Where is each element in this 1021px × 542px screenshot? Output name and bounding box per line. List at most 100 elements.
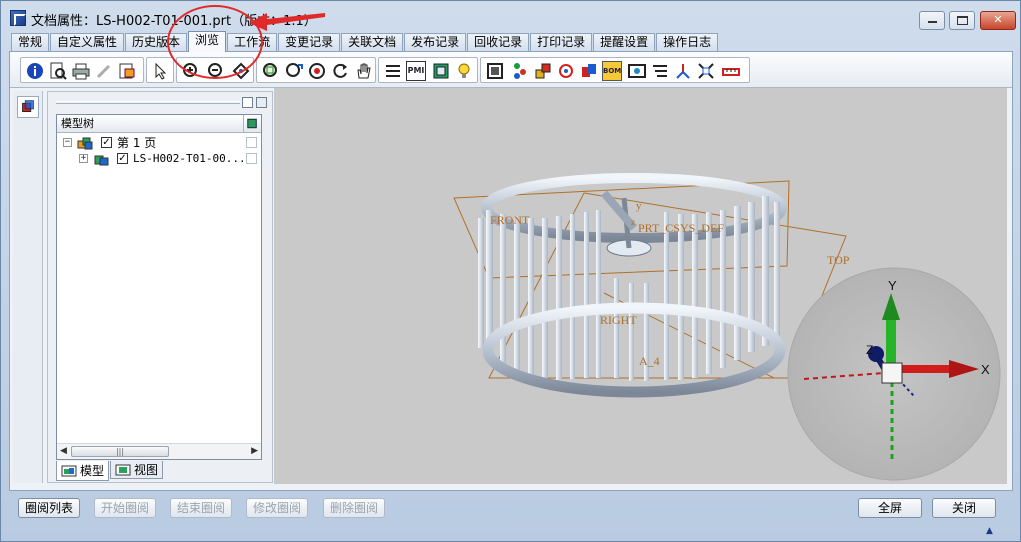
color-icon[interactable] (579, 61, 599, 81)
model-tree: 模型树 − ✓ 第 1 页 + ✓ LS-H002-T01-00... ◀ ||… (56, 114, 262, 460)
app-icon (10, 10, 26, 26)
panel-tab-model[interactable]: 模型 (56, 461, 110, 481)
toolbar-group-select (146, 57, 174, 83)
hand-icon[interactable] (353, 61, 373, 81)
part-column-checkbox[interactable] (246, 153, 257, 164)
panel-tab-view-label: 视图 (134, 463, 159, 477)
modify-markup-button[interactable]: 修改圈阅 (246, 498, 308, 518)
part-visibility-checkbox[interactable]: ✓ (117, 153, 128, 164)
scroll-thumb[interactable]: ||| (71, 446, 169, 457)
target-icon[interactable] (307, 61, 327, 81)
pan-zoom-icon[interactable] (284, 61, 304, 81)
close-window-button[interactable]: ✕ (980, 11, 1016, 30)
minimize-button[interactable] (919, 11, 945, 30)
panel-float-button[interactable] (242, 97, 253, 108)
assembly-icon[interactable] (533, 61, 553, 81)
tab-browse[interactable]: 浏览 (188, 31, 227, 52)
annotation-arrow-icon (249, 13, 325, 31)
3d-viewport[interactable]: FRONT PRT_CSYS_DEF TOP RIGHT A_4 y z Y X… (274, 88, 1007, 484)
fit-icon[interactable] (696, 61, 716, 81)
model-tab-icon (61, 465, 77, 476)
view-tab-icon (115, 464, 131, 475)
model-tree-header: 模型树 (57, 115, 261, 133)
resize-grip-icon[interactable]: ▲ (986, 526, 993, 536)
model-canvas: FRONT PRT_CSYS_DEF TOP RIGHT A_4 y z Y X… (453, 173, 1001, 481)
top-datum-label: TOP (827, 253, 850, 267)
pointer-icon[interactable] (150, 61, 170, 81)
fullscreen-button[interactable]: 全屏 (858, 498, 922, 518)
tree-row-part[interactable]: + ✓ LS-H002-T01-00... (57, 151, 261, 167)
export-icon[interactable] (117, 61, 137, 81)
print-icon[interactable] (71, 61, 91, 81)
side-toolbar (13, 91, 43, 483)
visibility-column-icon[interactable] (243, 115, 261, 132)
pen-icon[interactable] (94, 61, 114, 81)
zoom-window-icon[interactable] (261, 61, 281, 81)
part-icon[interactable] (431, 61, 451, 81)
panel-tab-bar: 模型 视图 (56, 461, 164, 481)
end-markup-button[interactable]: 结束圈阅 (170, 498, 232, 518)
part-node-label: LS-H002-T01-00... (133, 152, 246, 165)
bulb-icon[interactable] (454, 61, 474, 81)
expand-toggle[interactable]: + (79, 154, 88, 163)
page-column-checkbox[interactable] (246, 137, 257, 148)
info-icon[interactable] (25, 61, 45, 81)
orientation-triad[interactable]: Y X Z (787, 267, 1001, 481)
bom-icon[interactable]: BOM (602, 61, 622, 81)
axis-a4-label: A_4 (639, 354, 660, 368)
layers-icon[interactable] (383, 61, 403, 81)
tab-reminder-settings[interactable]: 提醒设置 (593, 33, 656, 52)
panel-tab-view[interactable]: 视图 (110, 461, 164, 479)
rotate-icon[interactable] (330, 61, 350, 81)
title-bar[interactable]: 文档属性：LS-H002-T01-001.prt（版本：1.1） ✕ (1, 1, 1020, 31)
toolbar-group-file (20, 57, 144, 83)
explode-icon[interactable] (556, 61, 576, 81)
model-tree-title: 模型树 (61, 117, 94, 130)
x-axis-shaft (899, 365, 949, 373)
triad-origin-cube (881, 362, 903, 384)
collapse-toggle[interactable]: − (63, 138, 72, 147)
tab-print-records[interactable]: 打印记录 (530, 33, 593, 52)
toolbar-group-tools: BOM (480, 57, 750, 83)
close-icon: ✕ (993, 13, 1003, 26)
scroll-left-icon[interactable]: ◀ (60, 446, 67, 456)
panel-collapse-button[interactable] (256, 97, 267, 108)
ruler-icon[interactable] (721, 61, 741, 81)
tab-recycle-records[interactable]: 回收记录 (467, 33, 530, 52)
delete-markup-button[interactable]: 删除圈阅 (323, 498, 385, 518)
tab-operation-log[interactable]: 操作日志 (656, 33, 719, 52)
page-visibility-checkbox[interactable]: ✓ (101, 137, 112, 148)
tree-row-page[interactable]: − ✓ 第 1 页 (57, 135, 261, 151)
viewer-toolbar: PMI BOM (10, 52, 1012, 88)
sheet-icon[interactable] (485, 61, 505, 81)
tab-change-records[interactable]: 变更记录 (278, 33, 341, 52)
tab-general[interactable]: 常规 (11, 33, 50, 52)
y-axis-label: Y (888, 278, 897, 293)
maximize-icon (957, 16, 968, 25)
toolbar-group-display: PMI (378, 57, 478, 83)
text-icon[interactable] (650, 61, 670, 81)
scroll-right-icon[interactable]: ▶ (251, 446, 258, 456)
print-preview-icon[interactable] (48, 61, 68, 81)
panel-header (54, 97, 268, 109)
minimize-icon (928, 21, 937, 23)
tab-release-records[interactable]: 发布记录 (404, 33, 467, 52)
pmi-icon[interactable]: PMI (406, 61, 426, 81)
x-axis-label: X (981, 362, 990, 377)
start-markup-button[interactable]: 开始圈阅 (94, 498, 156, 518)
tab-custom-properties[interactable]: 自定义属性 (50, 33, 125, 52)
measure-icon[interactable] (627, 61, 647, 81)
tree-icon[interactable] (510, 61, 530, 81)
model-view-icon[interactable] (17, 96, 39, 118)
markup-list-button[interactable]: 圈阅列表 (18, 498, 80, 518)
csys-y-label: y (636, 200, 642, 212)
z-axis-label: Z (866, 343, 873, 357)
axis-icon[interactable] (673, 61, 693, 81)
model-tree-panel: 模型树 − ✓ 第 1 页 + ✓ LS-H002-T01-00... ◀ ||… (47, 91, 273, 483)
close-button[interactable]: 关闭 (932, 498, 996, 518)
panel-grip[interactable] (56, 101, 240, 104)
front-datum-label: FRONT (490, 213, 530, 227)
maximize-button[interactable] (949, 11, 975, 30)
tree-horizontal-scrollbar[interactable]: ◀ ||| ▶ (57, 443, 261, 459)
tab-related-documents[interactable]: 关联文档 (341, 33, 404, 52)
